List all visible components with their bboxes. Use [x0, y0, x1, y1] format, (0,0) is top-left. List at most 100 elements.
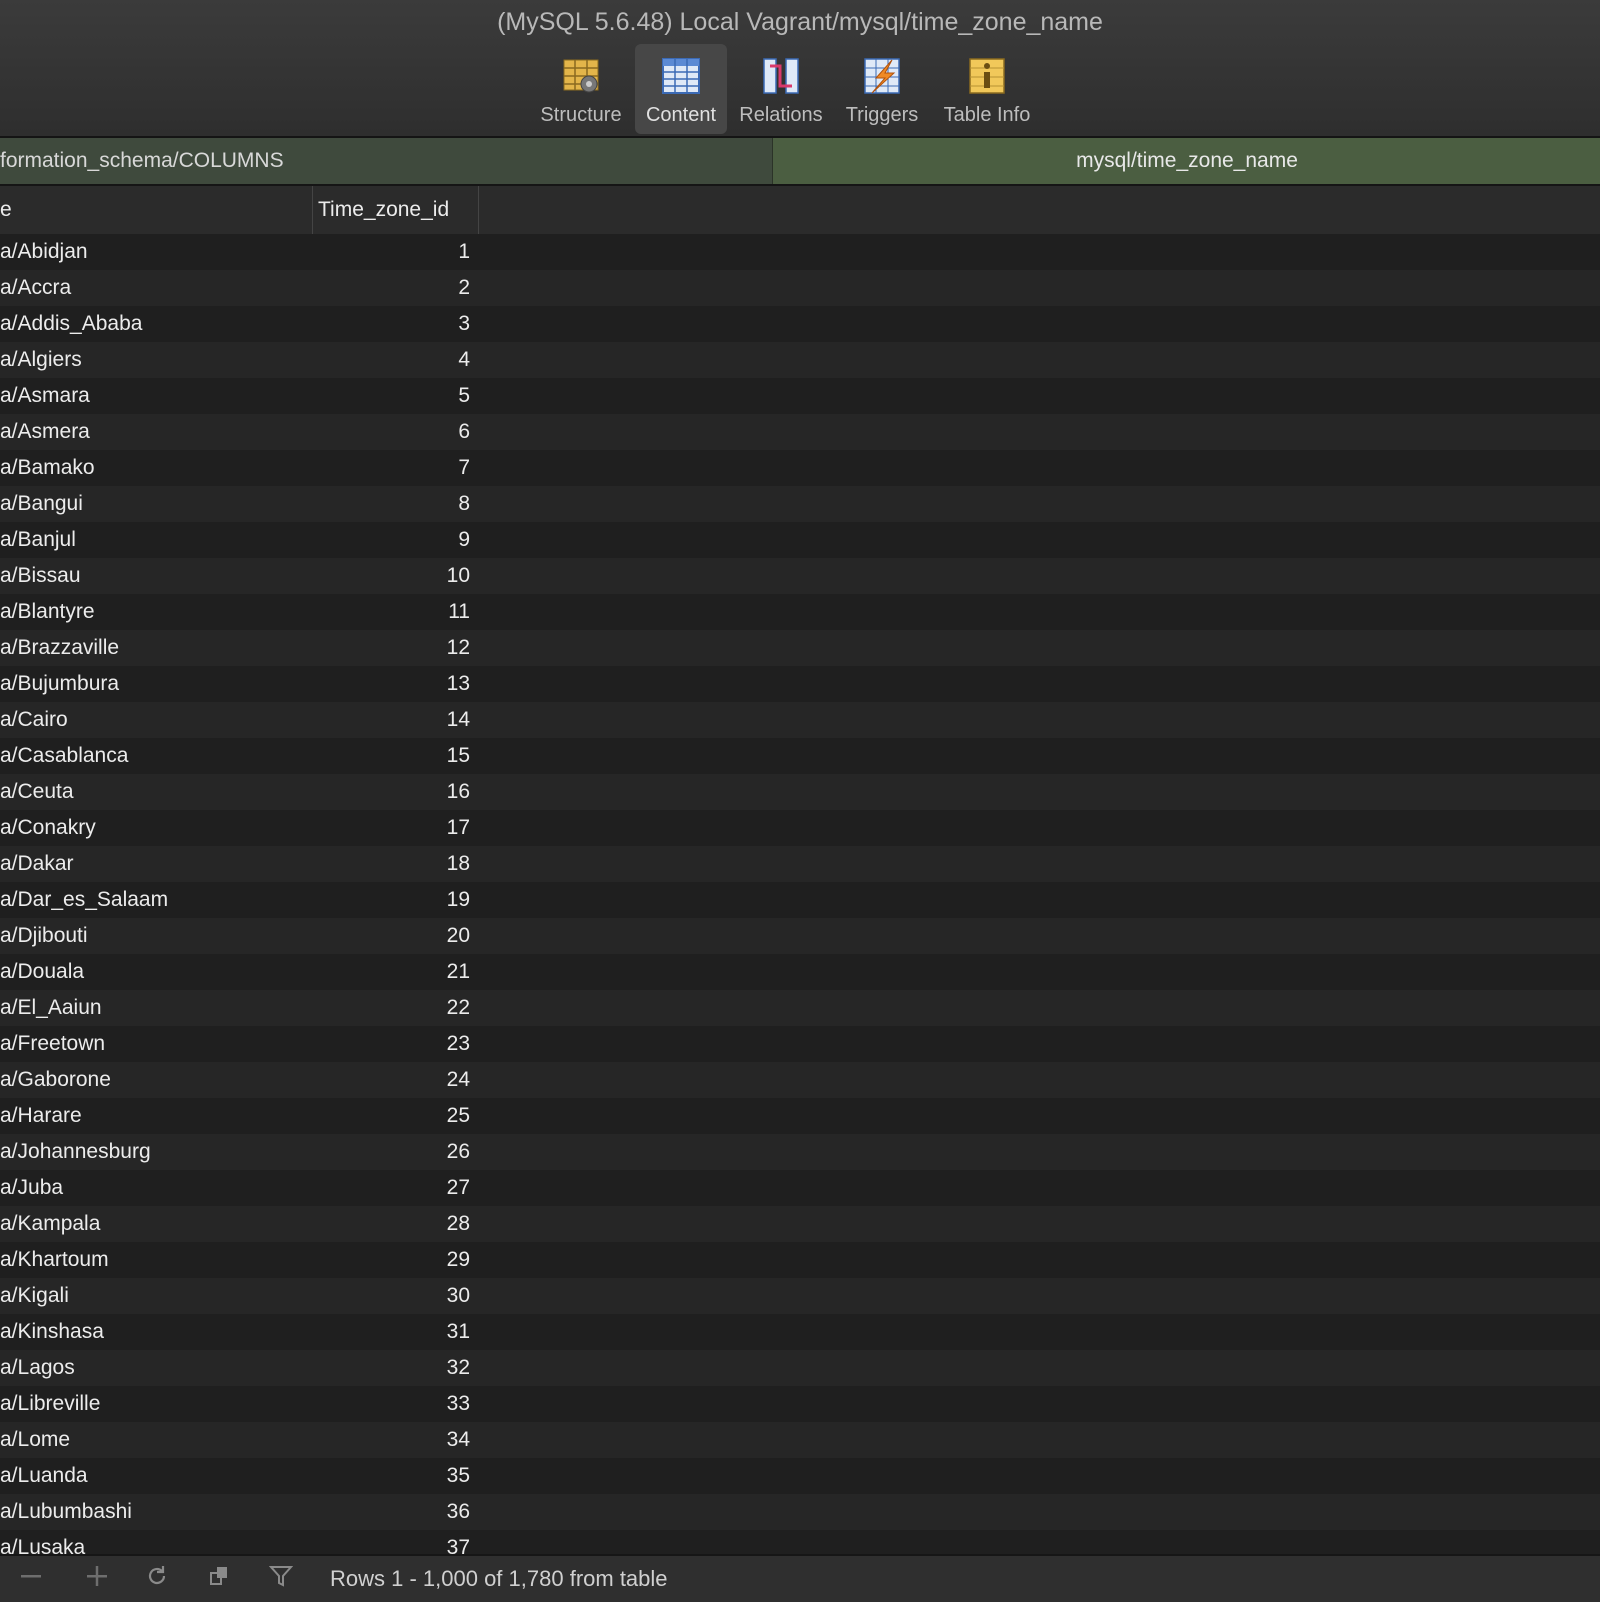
cell-time-zone-id[interactable]: 24: [318, 1062, 470, 1098]
filter-icon[interactable]: [264, 1562, 298, 1596]
cell-name[interactable]: a/Lome: [0, 1422, 70, 1458]
table-row[interactable]: a/Banjul 9: [0, 522, 1600, 558]
table-row[interactable]: a/Asmara 5: [0, 378, 1600, 414]
table-row[interactable]: a/Abidjan 1: [0, 234, 1600, 270]
cell-time-zone-id[interactable]: 2: [318, 270, 470, 306]
table-row[interactable]: a/Gaborone 24: [0, 1062, 1600, 1098]
cell-name[interactable]: a/Lusaka: [0, 1530, 85, 1554]
table-row[interactable]: a/Khartoum 29: [0, 1242, 1600, 1278]
cell-time-zone-id[interactable]: 11: [318, 594, 470, 630]
cell-time-zone-id[interactable]: 21: [318, 954, 470, 990]
duplicate-icon[interactable]: [202, 1562, 236, 1596]
cell-time-zone-id[interactable]: 8: [318, 486, 470, 522]
cell-name[interactable]: a/Addis_Ababa: [0, 306, 142, 342]
table-row[interactable]: a/Dakar 18: [0, 846, 1600, 882]
structure-button[interactable]: Structure: [535, 44, 627, 134]
cell-name[interactable]: a/Casablanca: [0, 738, 128, 774]
table-row[interactable]: a/Brazzaville 12: [0, 630, 1600, 666]
cell-name[interactable]: a/Kinshasa: [0, 1314, 104, 1350]
table-row[interactable]: a/Blantyre 11: [0, 594, 1600, 630]
cell-name[interactable]: a/Lagos: [0, 1350, 75, 1386]
add-row-icon[interactable]: [80, 1562, 114, 1596]
table-row[interactable]: a/Bamako 7: [0, 450, 1600, 486]
cell-time-zone-id[interactable]: 34: [318, 1422, 470, 1458]
cell-time-zone-id[interactable]: 3: [318, 306, 470, 342]
cell-time-zone-id[interactable]: 28: [318, 1206, 470, 1242]
table-row[interactable]: a/El_Aaiun 22: [0, 990, 1600, 1026]
cell-name[interactable]: a/Accra: [0, 270, 71, 306]
relations-button[interactable]: Relations: [735, 44, 827, 134]
cell-time-zone-id[interactable]: 27: [318, 1170, 470, 1206]
table-row[interactable]: a/Algiers 4: [0, 342, 1600, 378]
cell-time-zone-id[interactable]: 32: [318, 1350, 470, 1386]
table-row[interactable]: a/Bujumbura 13: [0, 666, 1600, 702]
table-row[interactable]: a/Juba 27: [0, 1170, 1600, 1206]
cell-name[interactable]: a/Blantyre: [0, 594, 95, 630]
cell-time-zone-id[interactable]: 15: [318, 738, 470, 774]
cell-name[interactable]: a/Kampala: [0, 1206, 100, 1242]
cell-time-zone-id[interactable]: 14: [318, 702, 470, 738]
table-row[interactable]: a/Luanda 35: [0, 1458, 1600, 1494]
cell-time-zone-id[interactable]: 13: [318, 666, 470, 702]
cell-time-zone-id[interactable]: 23: [318, 1026, 470, 1062]
cell-time-zone-id[interactable]: 6: [318, 414, 470, 450]
cell-time-zone-id[interactable]: 19: [318, 882, 470, 918]
table-row[interactable]: a/Cairo 14: [0, 702, 1600, 738]
cell-time-zone-id[interactable]: 37: [318, 1530, 470, 1554]
cell-time-zone-id[interactable]: 25: [318, 1098, 470, 1134]
cell-time-zone-id[interactable]: 33: [318, 1386, 470, 1422]
cell-name[interactable]: a/Johannesburg: [0, 1134, 151, 1170]
table-row[interactable]: a/Dar_es_Salaam 19: [0, 882, 1600, 918]
cell-time-zone-id[interactable]: 22: [318, 990, 470, 1026]
table-row[interactable]: a/Accra 2: [0, 270, 1600, 306]
cell-name[interactable]: a/Kigali: [0, 1278, 69, 1314]
cell-name[interactable]: a/Abidjan: [0, 234, 88, 270]
cell-name[interactable]: a/Dar_es_Salaam: [0, 882, 168, 918]
refresh-icon[interactable]: [140, 1562, 174, 1596]
cell-time-zone-id[interactable]: 29: [318, 1242, 470, 1278]
table-row[interactable]: a/Addis_Ababa 3: [0, 306, 1600, 342]
cell-time-zone-id[interactable]: 18: [318, 846, 470, 882]
cell-time-zone-id[interactable]: 35: [318, 1458, 470, 1494]
cell-name[interactable]: a/Bangui: [0, 486, 83, 522]
cell-name[interactable]: a/Freetown: [0, 1026, 105, 1062]
cell-name[interactable]: a/Luanda: [0, 1458, 88, 1494]
cell-name[interactable]: a/El_Aaiun: [0, 990, 102, 1026]
cell-time-zone-id[interactable]: 17: [318, 810, 470, 846]
triggers-button[interactable]: Triggers: [836, 44, 928, 134]
cell-time-zone-id[interactable]: 4: [318, 342, 470, 378]
cell-time-zone-id[interactable]: 36: [318, 1494, 470, 1530]
table-row[interactable]: a/Djibouti 20: [0, 918, 1600, 954]
cell-name[interactable]: a/Bamako: [0, 450, 95, 486]
cell-name[interactable]: a/Conakry: [0, 810, 96, 846]
remove-row-icon[interactable]: [14, 1562, 48, 1596]
table-row[interactable]: a/Ceuta 16: [0, 774, 1600, 810]
cell-name[interactable]: a/Ceuta: [0, 774, 74, 810]
cell-time-zone-id[interactable]: 5: [318, 378, 470, 414]
table-row[interactable]: a/Lusaka 37: [0, 1530, 1600, 1554]
cell-time-zone-id[interactable]: 26: [318, 1134, 470, 1170]
table-row[interactable]: a/Johannesburg 26: [0, 1134, 1600, 1170]
cell-time-zone-id[interactable]: 1: [318, 234, 470, 270]
table-row[interactable]: a/Libreville 33: [0, 1386, 1600, 1422]
tab-time-zone-name[interactable]: mysql/time_zone_name: [772, 138, 1600, 184]
content-button[interactable]: Content: [635, 44, 727, 134]
cell-time-zone-id[interactable]: 31: [318, 1314, 470, 1350]
column-header-name[interactable]: e: [0, 186, 313, 234]
cell-name[interactable]: a/Douala: [0, 954, 84, 990]
cell-name[interactable]: a/Banjul: [0, 522, 76, 558]
tab-information-schema-columns[interactable]: formation_schema/COLUMNS: [0, 138, 772, 184]
cell-time-zone-id[interactable]: 30: [318, 1278, 470, 1314]
cell-name[interactable]: a/Algiers: [0, 342, 82, 378]
cell-name[interactable]: a/Gaborone: [0, 1062, 111, 1098]
table-row[interactable]: a/Lome 34: [0, 1422, 1600, 1458]
table-row[interactable]: a/Lagos 32: [0, 1350, 1600, 1386]
cell-name[interactable]: a/Khartoum: [0, 1242, 109, 1278]
cell-time-zone-id[interactable]: 9: [318, 522, 470, 558]
cell-name[interactable]: a/Juba: [0, 1170, 63, 1206]
table-row[interactable]: a/Bangui 8: [0, 486, 1600, 522]
cell-time-zone-id[interactable]: 16: [318, 774, 470, 810]
cell-name[interactable]: a/Asmara: [0, 378, 90, 414]
table-row[interactable]: a/Kigali 30: [0, 1278, 1600, 1314]
table-row[interactable]: a/Asmera 6: [0, 414, 1600, 450]
